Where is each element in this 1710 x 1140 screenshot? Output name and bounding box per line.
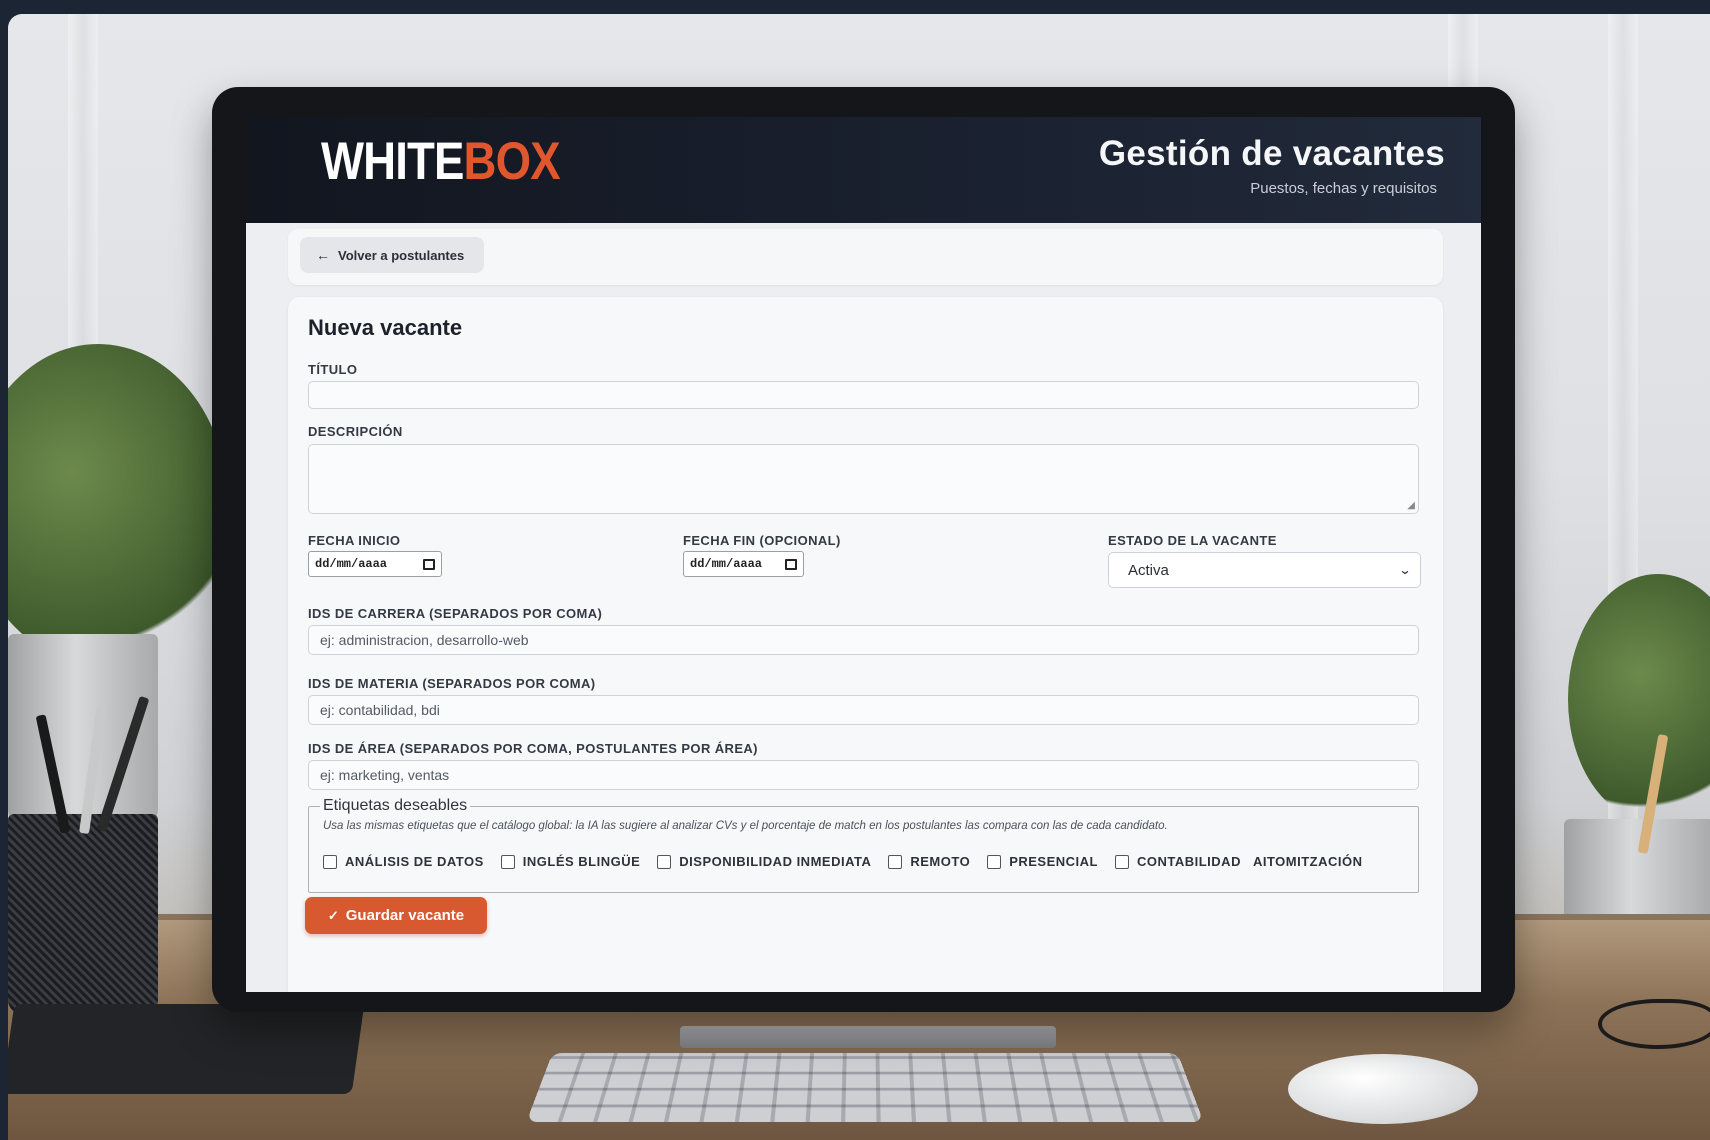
career-ids-label: IDS DE CARRERA (SEPARADOS POR COMA) bbox=[308, 606, 603, 621]
description-textarea-wrapper: ◢ bbox=[308, 444, 1419, 514]
page-subtitle: Puestos, fechas y requisitos bbox=[1250, 180, 1437, 197]
tag-label: INGLÉS BLINGÜE bbox=[522, 854, 641, 869]
checkbox-icon[interactable] bbox=[888, 854, 903, 869]
mouse bbox=[1288, 1054, 1478, 1124]
page-title: Gestión de vacantes bbox=[1098, 134, 1445, 173]
save-button-label: Guardar vacante bbox=[345, 907, 465, 924]
tag-option[interactable]: PRESENCIAL bbox=[987, 854, 1098, 869]
status-selected-value: Activa bbox=[1128, 561, 1169, 579]
checkbox-icon[interactable] bbox=[1114, 854, 1129, 869]
subject-ids-input-wrapper bbox=[308, 695, 1419, 725]
description-textarea[interactable] bbox=[309, 445, 1418, 513]
checkbox-icon[interactable] bbox=[657, 854, 672, 869]
monitor: WHITEBOX Gestión de vacantes Puestos, fe… bbox=[212, 87, 1515, 1012]
calendar-icon[interactable] bbox=[423, 558, 435, 570]
tag-option[interactable]: REMOTO bbox=[888, 854, 970, 869]
tag-options: ANÁLISIS DE DATOS INGLÉS BLINGÜE DISPONI… bbox=[323, 854, 1404, 869]
back-bar: ← Volver a postulantes bbox=[288, 229, 1443, 285]
tag-label: REMOTO bbox=[910, 854, 971, 869]
career-ids-input[interactable] bbox=[309, 626, 1418, 654]
start-date-input[interactable]: dd/mm/aaaa bbox=[308, 551, 442, 577]
app-screen: WHITEBOX Gestión de vacantes Puestos, fe… bbox=[246, 117, 1481, 992]
tag-option[interactable]: CONTABILIDAD bbox=[1114, 854, 1241, 869]
checkbox-icon[interactable] bbox=[987, 854, 1002, 869]
notebook bbox=[8, 1004, 365, 1094]
checkbox-icon[interactable] bbox=[323, 854, 337, 869]
chevron-down-icon: ⌄ bbox=[1398, 563, 1412, 577]
keyboard bbox=[526, 1052, 1204, 1122]
pen-holder bbox=[8, 814, 158, 1014]
area-ids-input-wrapper bbox=[308, 760, 1419, 790]
tag-label: ANÁLISIS DE DATOS bbox=[345, 854, 484, 869]
save-vacancy-button[interactable]: ✓ Guardar vacante bbox=[305, 897, 487, 934]
end-date-value: dd/mm/aaaa bbox=[690, 557, 763, 571]
new-vacancy-form: Nueva vacante TÍTULO DESCRIPCIÓN ◢ FECHA… bbox=[288, 297, 1443, 992]
subject-ids-label: IDS DE MATERIA (SEPARADOS POR COMA) bbox=[308, 676, 596, 691]
title-label: TÍTULO bbox=[308, 362, 358, 377]
checkbox-icon[interactable] bbox=[500, 854, 515, 869]
plant-right bbox=[1568, 574, 1710, 824]
back-button-label: Volver a postulantes bbox=[338, 247, 465, 263]
logo-text: WHITE bbox=[321, 132, 464, 191]
resize-handle-icon[interactable]: ◢ bbox=[1407, 501, 1415, 511]
status-label: ESTADO DE LA VACANTE bbox=[1108, 533, 1277, 548]
tag-label-trailing: AITOMITZACIÓN bbox=[1252, 854, 1363, 869]
start-date-value: dd/mm/aaaa bbox=[315, 557, 388, 571]
desired-tags-fieldset: Etiquetas deseables Usa las mismas etiqu… bbox=[308, 797, 1419, 893]
area-ids-label: IDS DE ÁREA (SEPARADOS POR COMA, POSTULA… bbox=[308, 741, 758, 756]
logo-accent-text: BOX bbox=[463, 132, 561, 191]
description-label: DESCRIPCIÓN bbox=[308, 424, 403, 439]
monitor-stand bbox=[680, 1026, 1056, 1048]
end-date-label: FECHA FIN (OPCIONAL) bbox=[683, 533, 841, 548]
desired-tags-hint: Usa las mismas etiquetas que el catálogo… bbox=[323, 820, 1168, 832]
calendar-icon[interactable] bbox=[785, 558, 797, 570]
career-ids-input-wrapper bbox=[308, 625, 1419, 655]
arrow-left-icon: ← bbox=[316, 247, 330, 263]
title-input[interactable] bbox=[309, 382, 1418, 408]
subject-ids-input[interactable] bbox=[309, 696, 1418, 724]
form-title: Nueva vacante bbox=[308, 315, 463, 340]
title-input-wrapper bbox=[308, 381, 1419, 409]
check-icon: ✓ bbox=[327, 907, 339, 923]
start-date-label: FECHA INICIO bbox=[308, 533, 401, 548]
tag-label: DISPONIBILIDAD INMEDIATA bbox=[679, 854, 872, 869]
area-ids-input[interactable] bbox=[309, 761, 1418, 789]
whitebox-logo: WHITEBOX bbox=[321, 131, 561, 192]
end-date-input[interactable]: dd/mm/aaaa bbox=[683, 551, 804, 577]
glasses bbox=[1598, 999, 1710, 1049]
status-select[interactable]: Activa ⌄ bbox=[1108, 552, 1421, 588]
tag-option[interactable]: DISPONIBILIDAD INMEDIATA bbox=[657, 854, 871, 869]
desired-tags-legend: Etiquetas deseables bbox=[323, 797, 468, 814]
tag-label: CONTABILIDAD bbox=[1136, 854, 1241, 869]
tag-option[interactable]: INGLÉS BLINGÜE bbox=[500, 854, 641, 869]
tag-option[interactable]: ANÁLISIS DE DATOS bbox=[323, 854, 484, 869]
tag-label: PRESENCIAL bbox=[1009, 854, 1098, 869]
app-header: WHITEBOX Gestión de vacantes Puestos, fe… bbox=[246, 117, 1481, 223]
plant-left bbox=[8, 344, 228, 664]
back-to-applicants-button[interactable]: ← Volver a postulantes bbox=[300, 237, 485, 273]
